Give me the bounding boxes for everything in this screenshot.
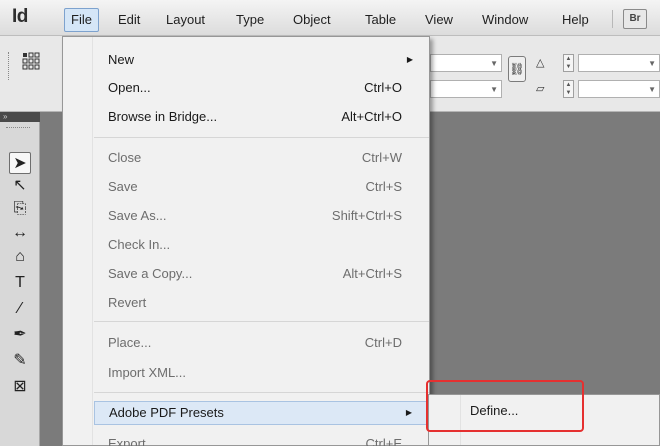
- tools-panel-grip[interactable]: [6, 127, 30, 129]
- menu-item-open[interactable]: Open... Ctrl+O: [94, 77, 429, 100]
- menu-item-label: Save a Copy...: [108, 266, 193, 281]
- menu-item-label: Close: [108, 150, 142, 165]
- menu-item-label: Adobe PDF Presets: [109, 405, 224, 420]
- menu-item-shortcut: Alt+Ctrl+S: [342, 266, 402, 281]
- pen-tool-icon[interactable]: ✒: [9, 324, 31, 346]
- selection-tool-icon[interactable]: ➤: [9, 152, 31, 174]
- shear-angle-field[interactable]: ▼: [578, 80, 660, 98]
- page-tool-icon[interactable]: ⎘: [9, 198, 31, 220]
- submenu-arrow-icon: ▶: [406, 55, 413, 64]
- rotate-angle-field[interactable]: ▼: [578, 54, 660, 72]
- menu-item-import-xml[interactable]: Import XML...: [94, 362, 429, 385]
- menu-item-label: Save As...: [108, 208, 167, 223]
- menu-item-shortcut: Ctrl+W: [361, 150, 402, 165]
- menu-separator: [612, 10, 613, 28]
- line-tool-icon[interactable]: ∕: [9, 298, 31, 320]
- control-bar-grip[interactable]: [8, 52, 10, 80]
- menu-separator: [94, 137, 429, 138]
- menu-item-shortcut: Ctrl+S: [365, 179, 402, 194]
- menu-item-label: New: [108, 52, 135, 67]
- app-logo: Id: [12, 6, 28, 27]
- bridge-button[interactable]: Br: [623, 9, 647, 29]
- menu-file[interactable]: File: [64, 8, 99, 32]
- menu-item-adobe-pdf-presets[interactable]: Adobe PDF Presets ▶: [94, 401, 429, 425]
- menu-item-save[interactable]: Save Ctrl+S: [94, 176, 429, 199]
- menu-item-close[interactable]: Close Ctrl+W: [94, 147, 429, 170]
- menu-window[interactable]: Window: [482, 10, 528, 30]
- menu-item-shortcut: Alt+Ctrl+O: [341, 109, 402, 124]
- menu-bar: Id File Edit Layout Type Object Table Vi…: [0, 0, 660, 36]
- menu-view[interactable]: View: [425, 10, 453, 30]
- submenu-arrow-icon: ▶: [405, 408, 412, 417]
- menu-item-shortcut: Ctrl+E: [365, 436, 402, 446]
- height-field[interactable]: ▼: [430, 80, 502, 98]
- menu-item-label: Check In...: [108, 237, 171, 252]
- content-collector-tool-icon[interactable]: ⌂: [9, 246, 31, 268]
- menu-item-shortcut: Shift+Ctrl+S: [331, 208, 402, 223]
- menu-item-label: Export...: [108, 436, 157, 446]
- type-tool-icon[interactable]: T: [9, 272, 31, 294]
- menu-item-label: Open...: [108, 80, 151, 95]
- constrain-proportions-icon[interactable]: ⛓: [508, 56, 526, 82]
- chevron-down-icon: ▼: [490, 59, 498, 68]
- menu-item-label: Revert: [108, 295, 147, 310]
- menu-item-label: Import XML...: [108, 365, 187, 380]
- panel-collapse-icon[interactable]: »: [0, 112, 40, 122]
- menu-item-browse-in-bridge[interactable]: Browse in Bridge... Alt+Ctrl+O: [94, 106, 429, 129]
- menu-layout[interactable]: Layout: [166, 10, 205, 30]
- menu-item-export[interactable]: Export... Ctrl+E: [94, 433, 429, 446]
- menu-separator: [94, 392, 429, 393]
- menu-item-revert[interactable]: Revert: [94, 292, 429, 315]
- menu-item-save-as[interactable]: Save As... Shift+Ctrl+S: [94, 205, 429, 228]
- menu-gutter: [63, 37, 93, 445]
- menu-item-label: Browse in Bridge...: [108, 109, 218, 124]
- gap-tool-icon[interactable]: ↔: [9, 222, 31, 244]
- rotate-angle-stepper[interactable]: ▲ ▼: [563, 54, 574, 72]
- shear-angle-icon: ▱: [536, 83, 545, 95]
- menu-item-check-in[interactable]: Check In...: [94, 234, 429, 257]
- rectangle-frame-tool-icon[interactable]: ⊠: [9, 376, 31, 398]
- tools-panel: » ➤ ↖ ⎘ ↔ ⌂ T ∕ ✒ ✎ ⊠: [0, 112, 40, 446]
- direct-selection-tool-icon[interactable]: ↖: [9, 175, 31, 197]
- menu-item-shortcut: Ctrl+O: [364, 80, 402, 95]
- width-field[interactable]: ▼: [430, 54, 502, 72]
- menu-item-place[interactable]: Place... Ctrl+D: [94, 332, 429, 355]
- rotate-angle-icon: △: [536, 57, 545, 69]
- menu-type[interactable]: Type: [236, 10, 264, 30]
- annotation-highlight-box: [426, 380, 584, 432]
- chevron-down-icon: ▼: [648, 59, 656, 68]
- menu-separator: [94, 321, 429, 322]
- menu-item-shortcut: Ctrl+D: [364, 335, 402, 350]
- menu-object[interactable]: Object: [293, 10, 331, 30]
- menu-item-save-a-copy[interactable]: Save a Copy... Alt+Ctrl+S: [94, 263, 429, 286]
- menu-help[interactable]: Help: [562, 10, 589, 30]
- shear-angle-stepper[interactable]: ▲ ▼: [563, 80, 574, 98]
- menu-item-label: Place...: [108, 335, 152, 350]
- menu-table[interactable]: Table: [365, 10, 396, 30]
- chevron-down-icon: ▼: [648, 85, 656, 94]
- file-menu-dropdown: New ▶ Open... Ctrl+O Browse in Bridge...…: [62, 36, 430, 446]
- menu-edit[interactable]: Edit: [118, 10, 140, 30]
- pencil-tool-icon[interactable]: ✎: [9, 350, 31, 372]
- menu-item-new[interactable]: New ▶: [94, 49, 429, 72]
- chevron-down-icon: ▼: [490, 85, 498, 94]
- reference-point-icon[interactable]: [22, 52, 40, 70]
- menu-item-label: Save: [108, 179, 138, 194]
